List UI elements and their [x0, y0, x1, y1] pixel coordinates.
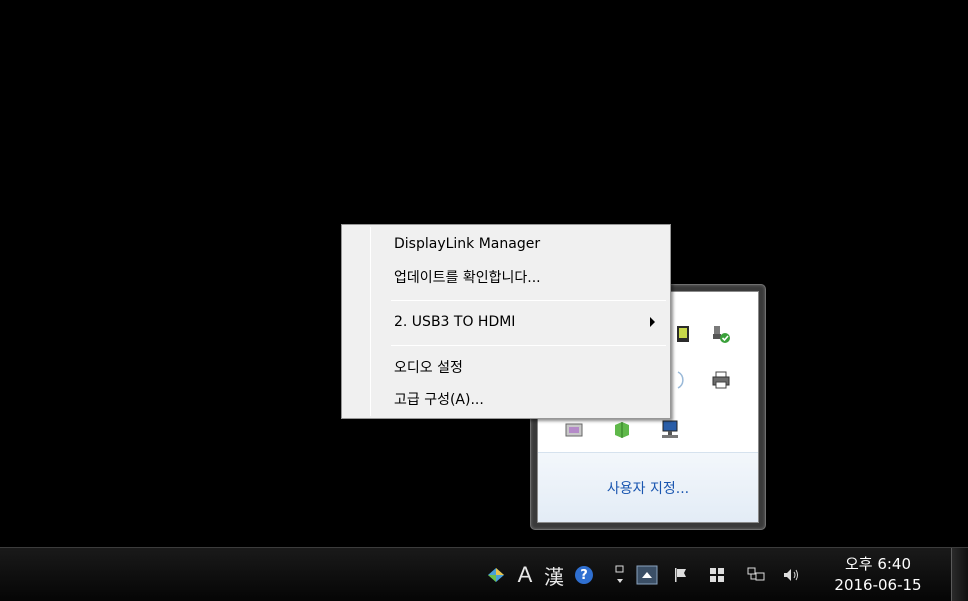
- menu-item-displaylink-manager[interactable]: DisplayLink Manager: [345, 231, 667, 257]
- menu-item-audio-settings[interactable]: 오디오 설정: [345, 354, 667, 380]
- system-clock[interactable]: 오후 6:40 2016-06-15: [828, 554, 928, 596]
- show-hidden-icons-button[interactable]: [634, 563, 660, 587]
- ime-hanja-indicator[interactable]: 漢: [540, 563, 568, 589]
- clock-date: 2016-06-15: [834, 576, 922, 594]
- taskbar: A 漢 ? 오후 6:40 2016-06-15: [0, 547, 968, 601]
- printer-icon[interactable]: [710, 370, 732, 390]
- menu-item-label: 2. USB3 TO HDMI: [394, 314, 516, 330]
- safely-remove-hardware-icon[interactable]: [710, 324, 732, 344]
- menu-separator: [391, 300, 666, 301]
- show-desktop-button[interactable]: [951, 548, 968, 601]
- help-icon[interactable]: ?: [572, 563, 596, 587]
- menu-item-label: DisplayLink Manager: [394, 236, 541, 252]
- network-computer-icon[interactable]: [659, 420, 681, 440]
- menu-item-label: 오디오 설정: [394, 360, 463, 376]
- clock-time: 오후 6:40: [844, 555, 912, 573]
- ime-options-icon[interactable]: [610, 563, 630, 587]
- action-center-flag-icon[interactable]: [670, 563, 692, 587]
- volume-icon[interactable]: [780, 563, 804, 587]
- network-icon[interactable]: [744, 563, 768, 587]
- submenu-arrow-icon: [650, 317, 655, 327]
- network-circle-icon[interactable]: [672, 370, 694, 390]
- menu-item-usb3-to-hdmi[interactable]: 2. USB3 TO HDMI: [345, 309, 667, 335]
- displaylink-context-menu: DisplayLink Manager 업데이트를 확인합니다... 2. US…: [341, 224, 671, 419]
- menu-item-label: 고급 구성(A)...: [394, 392, 484, 408]
- menu-item-advanced-config[interactable]: 고급 구성(A)...: [345, 386, 667, 412]
- language-bar-icon[interactable]: [483, 563, 509, 587]
- chip-icon[interactable]: [563, 420, 585, 440]
- menu-separator: [391, 345, 666, 346]
- customize-link[interactable]: 사용자 지정...: [607, 478, 689, 498]
- menu-item-label: 업데이트를 확인합니다...: [394, 270, 541, 286]
- help-icon-glyph: ?: [575, 566, 593, 584]
- green-cube-icon[interactable]: [611, 420, 633, 440]
- windows-icon[interactable]: [706, 563, 728, 587]
- menu-item-check-updates[interactable]: 업데이트를 확인합니다...: [345, 264, 667, 290]
- ime-mode-indicator[interactable]: A: [512, 562, 538, 587]
- tray-flyout-footer: 사용자 지정...: [538, 452, 758, 522]
- displaylink-tray-icon[interactable]: [672, 324, 694, 344]
